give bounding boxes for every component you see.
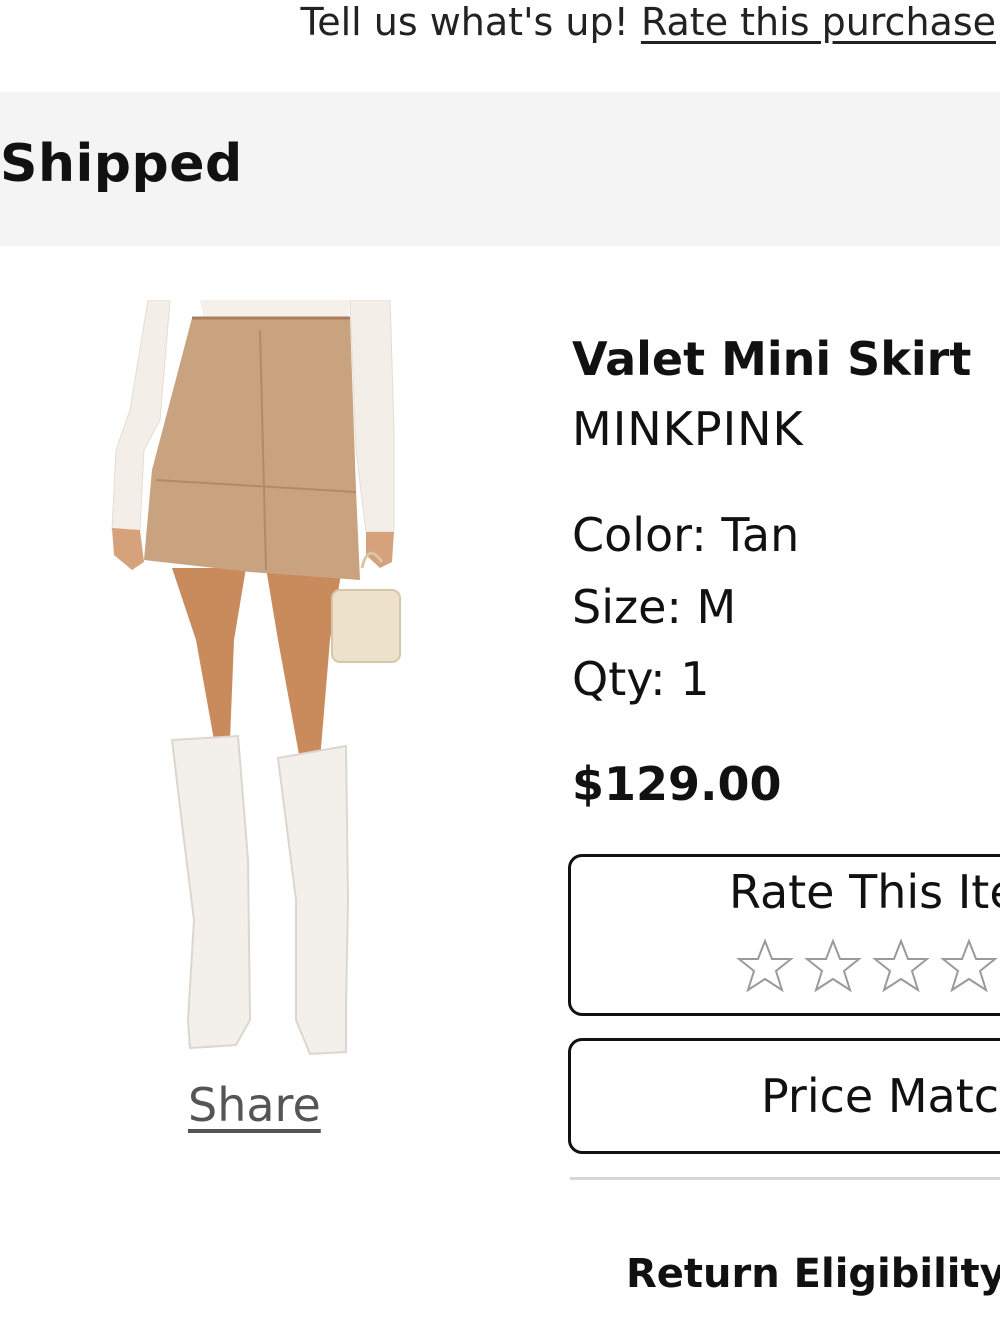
price-match-button[interactable]: Price Match xyxy=(568,1038,1000,1154)
return-eligibility-link[interactable]: Return Eligibility xyxy=(626,1248,1000,1300)
share-link[interactable]: Share xyxy=(188,1076,321,1134)
rate-purchase-link[interactable]: Rate this purchase xyxy=(641,0,996,44)
feedback-prompt: Tell us what's up! xyxy=(300,0,629,44)
product-name[interactable]: Valet Mini Skirt xyxy=(572,330,971,388)
star-outline-icon[interactable] xyxy=(735,937,795,997)
rate-item-title: Rate This Item xyxy=(729,865,1000,919)
product-brand[interactable]: MINKPINK xyxy=(572,400,804,458)
order-status-title: Shipped xyxy=(0,134,243,194)
product-image[interactable] xyxy=(100,300,420,1075)
star-outline-icon[interactable] xyxy=(939,937,999,997)
product-color: Color: Tan xyxy=(572,508,800,562)
feedback-banner: Tell us what's up! Rate this purchase xyxy=(0,0,1000,48)
star-outline-icon[interactable] xyxy=(871,937,931,997)
divider xyxy=(570,1177,1000,1180)
star-outline-icon[interactable] xyxy=(803,937,863,997)
order-details-page: Tell us what's up! Rate this purchase Sh… xyxy=(0,0,1000,1333)
rate-item-box: Rate This Item xyxy=(568,854,1000,1016)
price-match-label: Price Match xyxy=(761,1069,1000,1123)
product-qty: Qty: 1 xyxy=(572,652,710,706)
star-rating xyxy=(735,937,999,997)
product-price: $129.00 xyxy=(572,757,782,811)
product-size: Size: M xyxy=(572,580,737,634)
order-status-bar: Shipped xyxy=(0,92,1000,246)
